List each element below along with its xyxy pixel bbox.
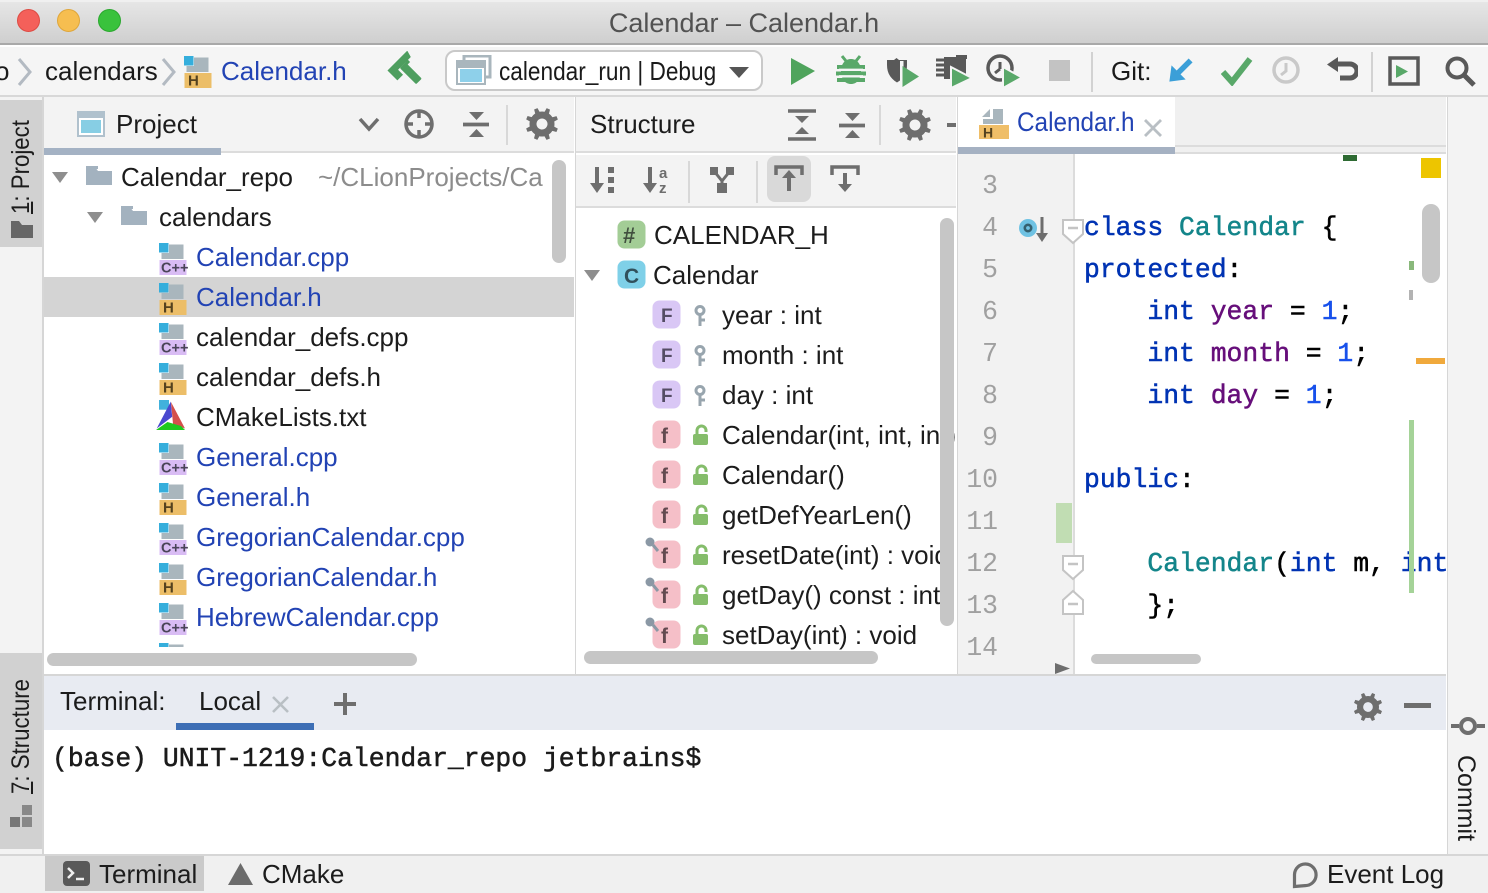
svg-text:C++: C++ [161,461,188,477]
svg-text:f: f [661,625,669,648]
svg-text:F: F [661,346,673,367]
svg-text:C++: C++ [161,621,188,637]
svg-text:f: f [661,585,669,608]
svg-text:H: H [163,500,174,517]
svg-text:F: F [661,306,673,327]
svg-text:F: F [661,386,673,407]
svg-text:H: H [983,125,993,141]
svg-text:C: C [624,265,639,288]
svg-text:f: f [661,505,669,528]
svg-text:C++: C++ [161,341,188,357]
svg-text:H: H [163,380,174,397]
svg-text:f: f [661,425,669,448]
svg-text:H: H [163,300,174,317]
svg-text:H: H [188,73,199,90]
svg-text:f: f [661,465,669,488]
svg-text:H: H [163,580,174,597]
svg-text:z: z [659,180,667,194]
svg-text:C++: C++ [161,261,188,277]
svg-text:C++: C++ [161,541,188,557]
svg-text:f: f [661,545,669,568]
svg-text:#: # [623,223,635,248]
